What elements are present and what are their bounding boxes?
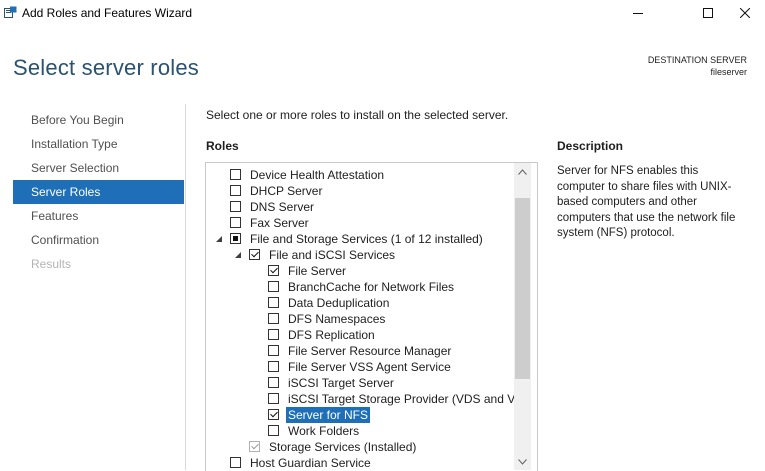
role-checkbox[interactable] bbox=[268, 409, 279, 420]
role-checkbox[interactable] bbox=[268, 345, 279, 356]
role-row[interactable]: DFS Replication bbox=[206, 327, 516, 343]
nav-item-before-you-begin[interactable]: Before You Begin bbox=[13, 108, 184, 132]
role-label[interactable]: Host Guardian Service bbox=[250, 455, 371, 471]
role-row[interactable]: DNS Server bbox=[206, 199, 516, 215]
role-checkbox[interactable] bbox=[249, 249, 260, 260]
role-checkbox[interactable] bbox=[268, 329, 279, 340]
page-title: Select server roles bbox=[13, 55, 199, 80]
role-row[interactable]: DFS Namespaces bbox=[206, 311, 516, 327]
description-text: Server for NFS enables this computer to … bbox=[557, 165, 736, 239]
role-checkbox[interactable] bbox=[230, 201, 241, 212]
nav-item-confirmation[interactable]: Confirmation bbox=[13, 228, 184, 252]
role-checkbox[interactable] bbox=[268, 281, 279, 292]
role-label[interactable]: File and Storage Services (1 of 12 insta… bbox=[250, 231, 483, 247]
role-checkbox[interactable] bbox=[268, 393, 279, 404]
role-label[interactable]: File Server bbox=[288, 263, 346, 279]
role-label[interactable]: Device Health Attestation bbox=[250, 167, 384, 183]
role-row[interactable]: BranchCache for Network Files bbox=[206, 279, 516, 295]
role-label[interactable]: DFS Namespaces bbox=[288, 311, 385, 327]
scroll-thumb[interactable] bbox=[515, 198, 530, 379]
role-label[interactable]: File Server VSS Agent Service bbox=[288, 359, 451, 375]
role-label[interactable]: Data Deduplication bbox=[288, 295, 389, 311]
role-row[interactable]: Host Guardian Service bbox=[206, 455, 516, 471]
role-row[interactable]: iSCSI Target Storage Provider (VDS and V… bbox=[206, 391, 531, 407]
role-checkbox[interactable] bbox=[230, 185, 241, 196]
role-checkbox[interactable] bbox=[268, 361, 279, 372]
roles-tree-list: Device Health Attestation DHCP Server DNS … bbox=[206, 167, 531, 471]
role-checkbox[interactable] bbox=[268, 265, 279, 276]
role-checkbox[interactable] bbox=[268, 313, 279, 324]
role-row[interactable]: File Server Resource Manager bbox=[206, 343, 516, 359]
close-icon bbox=[740, 8, 750, 18]
role-label[interactable]: DNS Server bbox=[250, 199, 314, 215]
role-label[interactable]: iSCSI Target Server bbox=[288, 375, 394, 391]
roles-heading: Roles bbox=[206, 139, 239, 153]
role-label[interactable]: DFS Replication bbox=[288, 327, 375, 343]
role-label[interactable]: BranchCache for Network Files bbox=[288, 279, 454, 295]
nav-item-results: Results bbox=[31, 257, 72, 271]
nav-item-installation-type[interactable]: Installation Type bbox=[13, 132, 184, 156]
chevron-down-icon bbox=[518, 458, 527, 465]
role-checkbox[interactable] bbox=[230, 233, 241, 244]
scroll-up-button[interactable] bbox=[514, 163, 531, 180]
role-label[interactable]: File and iSCSI Services bbox=[269, 247, 395, 263]
role-row[interactable]: File Server VSS Agent Service bbox=[206, 359, 516, 375]
role-label[interactable]: DHCP Server bbox=[250, 183, 322, 199]
window-title: Add Roles and Features Wizard bbox=[22, 6, 193, 20]
roles-tree[interactable]: Device Health Attestation DHCP Server DNS … bbox=[205, 162, 538, 471]
role-row[interactable]: iSCSI Target Server bbox=[206, 375, 516, 391]
role-checkbox[interactable] bbox=[230, 169, 241, 180]
role-row[interactable]: File and iSCSI Services bbox=[206, 247, 516, 263]
scroll-down-button[interactable] bbox=[514, 453, 531, 470]
maximize-icon bbox=[703, 8, 713, 18]
role-label[interactable]: Work Folders bbox=[288, 423, 359, 439]
wizard-navigation: Before You Begin Installation Type Serve… bbox=[13, 108, 184, 276]
role-checkbox[interactable] bbox=[268, 297, 279, 308]
role-checkbox[interactable] bbox=[230, 217, 241, 228]
role-label[interactable]: File Server Resource Manager bbox=[288, 343, 451, 359]
role-row[interactable]: Server for NFS bbox=[206, 407, 516, 423]
role-row[interactable]: File and Storage Services (1 of 12 insta… bbox=[206, 231, 516, 247]
role-row[interactable]: Storage Services (Installed) bbox=[206, 439, 516, 455]
destination-server-value: fileserver bbox=[710, 67, 747, 77]
role-label[interactable]: Fax Server bbox=[250, 215, 309, 231]
nav-item-features[interactable]: Features bbox=[13, 204, 184, 228]
roles-scrollbar[interactable] bbox=[514, 163, 531, 470]
role-row[interactable]: Device Health Attestation bbox=[206, 167, 516, 183]
role-label[interactable]: iSCSI Target Storage Provider (VDS and V… bbox=[288, 391, 531, 407]
role-row[interactable]: Data Deduplication bbox=[206, 295, 516, 311]
role-row[interactable]: Fax Server bbox=[206, 215, 516, 231]
description-heading: Description bbox=[557, 139, 624, 153]
role-row[interactable]: DHCP Server bbox=[206, 183, 516, 199]
role-row[interactable]: Work Folders bbox=[206, 423, 516, 439]
role-checkbox[interactable] bbox=[268, 425, 279, 436]
role-checkbox[interactable] bbox=[230, 457, 241, 468]
chevron-up-icon bbox=[518, 168, 527, 175]
nav-item-server-roles[interactable]: Server Roles bbox=[13, 180, 184, 204]
server-manager-icon bbox=[4, 6, 17, 18]
role-label[interactable]: Storage Services (Installed) bbox=[269, 439, 416, 455]
expand-collapse-icon[interactable] bbox=[234, 251, 242, 259]
nav-item-server-selection[interactable]: Server Selection bbox=[13, 156, 184, 180]
role-checkbox[interactable] bbox=[268, 377, 279, 388]
nav-divider bbox=[185, 104, 186, 470]
expand-collapse-icon[interactable] bbox=[215, 235, 223, 243]
title-bar: Add Roles and Features Wizard bbox=[0, 0, 765, 26]
close-button[interactable] bbox=[725, 0, 765, 26]
minimize-button[interactable] bbox=[615, 0, 661, 26]
minimize-icon bbox=[633, 13, 643, 14]
instruction-text: Select one or more roles to install on t… bbox=[206, 108, 509, 122]
role-label[interactable]: Server for NFS bbox=[286, 407, 371, 423]
role-row[interactable]: File Server bbox=[206, 263, 516, 279]
destination-server-label: DESTINATION SERVER bbox=[647, 55, 747, 65]
role-checkbox bbox=[249, 441, 260, 452]
